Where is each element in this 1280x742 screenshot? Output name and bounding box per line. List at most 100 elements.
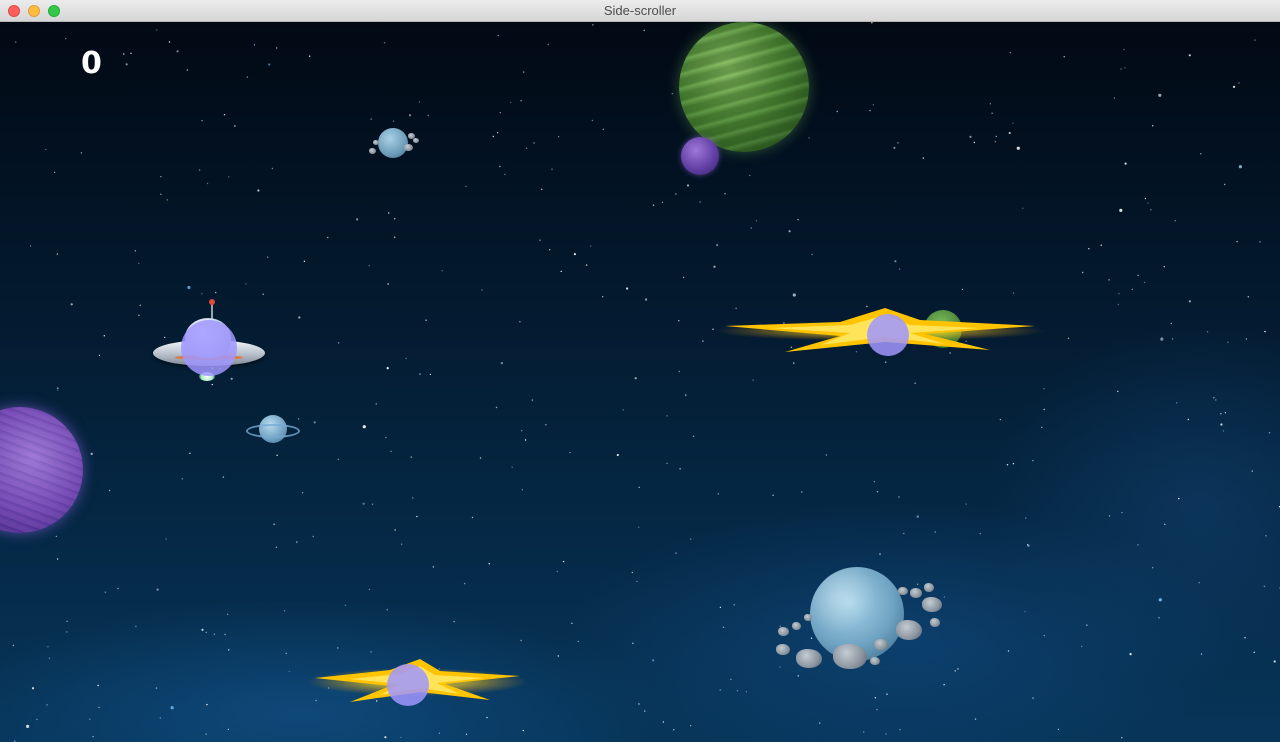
star-dot [387,283,389,285]
star-dot [979,533,981,535]
star-dot [392,120,395,122]
star-dot [1171,338,1174,340]
star-dot [916,515,919,518]
star-dot [488,563,490,565]
star-dot [772,494,774,496]
star-dot [1088,248,1090,250]
star-dot [337,458,339,460]
star-dot [504,173,506,176]
star-dot [1151,567,1154,569]
star-dot [577,640,579,643]
star-dot [500,362,503,365]
star-dot [48,657,51,659]
star-dot [301,492,304,494]
star-dot [1012,122,1014,124]
star-dot [471,516,474,519]
star-dot [65,37,67,40]
green-planet-icon [679,22,809,152]
star-dot [441,270,443,272]
star-dot [523,71,525,73]
star-dot [408,114,412,117]
star-dot [1043,408,1045,411]
asteroid-rock [804,614,812,621]
star-dot [370,118,372,120]
star-dot [344,604,347,606]
star-dot [520,100,522,102]
star-dot [187,285,191,290]
star-dot [1152,125,1154,127]
star-dot [1129,653,1132,656]
star-dot [622,409,624,411]
game-canvas[interactable]: 0 [0,22,1280,742]
star-dot [390,450,392,453]
star-dot [1238,165,1242,169]
star-dot [1123,48,1125,51]
star-dot [1043,634,1046,637]
star-dot [45,148,47,151]
star-dot [168,41,171,43]
star-dot [66,620,68,622]
star-dot [416,515,418,518]
star-dot [371,503,374,505]
star-dot [130,52,132,54]
player-hitbox [181,320,237,376]
star-dot [425,319,427,321]
star-dot [636,580,638,583]
star-dot [1236,240,1238,243]
game-window: Side-scroller 0 [0,0,1280,742]
star-dot [296,541,298,543]
star-dot [223,114,226,116]
star-dot [337,647,339,649]
star-dot [1144,197,1147,200]
star-dot [750,227,752,229]
star-dot [138,262,140,265]
star-dot [276,47,278,49]
star-dot [394,529,396,531]
star-dot [682,276,685,279]
star-dot [481,289,483,291]
window-title: Side-scroller [603,3,677,18]
star-dot [638,486,640,489]
star-dot [893,146,896,149]
star-dot [166,199,168,201]
asteroid-rock [373,140,379,145]
star-dot [521,430,523,432]
star-dot [1224,412,1227,414]
star-dot [825,454,828,456]
star-dot [1220,423,1223,426]
purple-planet-icon [681,137,719,175]
star-dot [626,287,629,290]
star-dot [560,270,562,273]
star-dot [874,697,877,699]
star-dot [879,553,881,555]
star-dot [375,403,377,405]
star-dot [1238,82,1240,84]
star-dot [156,588,159,591]
star-dot [288,670,290,673]
star-dot [1041,426,1043,429]
star-dot [90,452,93,455]
star-dot [465,185,467,188]
star-dot [418,101,421,103]
star-dot [388,212,390,214]
star-dot [678,320,680,322]
star-dot [160,175,162,178]
star-dot [549,249,551,251]
title-bar[interactable]: Side-scroller [0,0,1280,22]
star-dot [465,733,468,735]
star-dot [98,354,101,357]
star-dot [808,137,810,139]
star-dot [98,706,100,709]
star-dot [557,655,559,657]
star-dot [873,481,876,483]
star-dot [189,452,191,454]
star-dot [496,132,499,134]
star-dot [1170,322,1173,325]
star-dot [89,718,91,720]
star-dot [368,588,371,591]
star-dot [801,491,803,493]
starfield-background [12,22,1280,742]
star-dot [885,733,887,735]
star-dot [573,253,577,256]
asteroid-rock [924,583,934,592]
